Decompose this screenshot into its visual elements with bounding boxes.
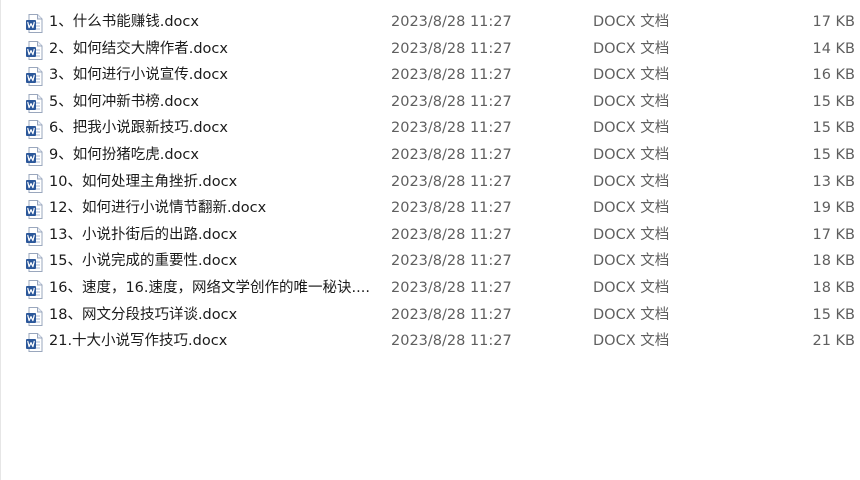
file-type: DOCX 文档 bbox=[593, 226, 670, 243]
file-name[interactable]: 18、网文分段技巧详谈.docx bbox=[49, 302, 379, 328]
file-row[interactable]: 6、把我小说跟新技巧.docx 2023/8/28 11:27 DOCX 文档 … bbox=[0, 115, 860, 142]
file-size: 19 KB bbox=[812, 200, 855, 217]
file-name[interactable]: 15、小说完成的重要性.docx bbox=[49, 248, 379, 274]
word-document-icon bbox=[26, 333, 43, 353]
word-document-icon bbox=[26, 93, 43, 113]
file-name[interactable]: 12、如何进行小说情节翻新.docx bbox=[49, 195, 379, 221]
file-modified-date: 2023/8/28 11:27 bbox=[391, 333, 512, 350]
word-document-icon bbox=[26, 226, 43, 246]
file-row[interactable]: 15、小说完成的重要性.docx 2023/8/28 11:27 DOCX 文档… bbox=[0, 248, 860, 275]
file-modified-date: 2023/8/28 11:27 bbox=[391, 200, 512, 217]
file-size: 15 KB bbox=[812, 93, 855, 110]
word-document-icon bbox=[26, 279, 43, 299]
file-row[interactable]: 18、网文分段技巧详谈.docx 2023/8/28 11:27 DOCX 文档… bbox=[0, 302, 860, 329]
file-modified-date: 2023/8/28 11:27 bbox=[391, 146, 512, 163]
file-type: DOCX 文档 bbox=[593, 146, 670, 163]
file-name[interactable]: 2、如何结交大牌作者.docx bbox=[49, 36, 379, 62]
file-type: DOCX 文档 bbox=[593, 333, 670, 350]
file-type: DOCX 文档 bbox=[593, 40, 670, 57]
file-type: DOCX 文档 bbox=[593, 306, 670, 323]
word-document-icon bbox=[26, 120, 43, 140]
file-row[interactable]: 13、小说扑街后的出路.docx 2023/8/28 11:27 DOCX 文档… bbox=[0, 222, 860, 249]
file-modified-date: 2023/8/28 11:27 bbox=[391, 173, 512, 190]
file-size: 21 KB bbox=[812, 333, 855, 350]
file-size: 18 KB bbox=[812, 253, 855, 270]
file-size: 14 KB bbox=[812, 40, 855, 57]
file-type: DOCX 文档 bbox=[593, 253, 670, 270]
file-modified-date: 2023/8/28 11:27 bbox=[391, 306, 512, 323]
file-size: 15 KB bbox=[812, 306, 855, 323]
file-size: 16 KB bbox=[812, 67, 855, 84]
file-row[interactable]: 3、如何进行小说宣传.docx 2023/8/28 11:27 DOCX 文档 … bbox=[0, 62, 860, 89]
file-size: 13 KB bbox=[812, 173, 855, 190]
file-type: DOCX 文档 bbox=[593, 279, 670, 296]
file-size: 15 KB bbox=[812, 120, 855, 137]
word-document-icon bbox=[26, 173, 43, 193]
file-row[interactable]: 5、如何冲新书榜.docx 2023/8/28 11:27 DOCX 文档 15… bbox=[0, 89, 860, 116]
file-name[interactable]: 3、如何进行小说宣传.docx bbox=[49, 62, 379, 88]
file-name[interactable]: 9、如何扮猪吃虎.docx bbox=[49, 142, 379, 168]
word-document-icon bbox=[26, 40, 43, 60]
word-document-icon bbox=[26, 253, 43, 273]
file-row[interactable]: 16、速度，16.速度，网络文学创作的唯一秘诀.... 2023/8/28 11… bbox=[0, 275, 860, 302]
word-document-icon bbox=[26, 14, 43, 33]
file-row[interactable]: 1、什么书能赚钱.docx 2023/8/28 11:27 DOCX 文档 17… bbox=[0, 9, 860, 36]
file-type: DOCX 文档 bbox=[593, 173, 670, 190]
file-size: 15 KB bbox=[812, 146, 855, 163]
file-name[interactable]: 1、什么书能赚钱.docx bbox=[49, 9, 379, 35]
file-name[interactable]: 10、如何处理主角挫折.docx bbox=[49, 169, 379, 195]
file-row[interactable]: 10、如何处理主角挫折.docx 2023/8/28 11:27 DOCX 文档… bbox=[0, 169, 860, 196]
file-type: DOCX 文档 bbox=[593, 14, 670, 30]
file-type: DOCX 文档 bbox=[593, 67, 670, 84]
word-document-icon bbox=[26, 146, 43, 166]
file-modified-date: 2023/8/28 11:27 bbox=[391, 120, 512, 137]
file-size: 17 KB bbox=[812, 14, 855, 30]
word-document-icon bbox=[26, 200, 43, 220]
word-document-icon bbox=[26, 306, 43, 326]
file-size: 18 KB bbox=[812, 279, 855, 296]
file-row[interactable]: 12、如何进行小说情节翻新.docx 2023/8/28 11:27 DOCX … bbox=[0, 195, 860, 222]
file-modified-date: 2023/8/28 11:27 bbox=[391, 14, 512, 30]
file-row[interactable]: 9、如何扮猪吃虎.docx 2023/8/28 11:27 DOCX 文档 15… bbox=[0, 142, 860, 169]
file-type: DOCX 文档 bbox=[593, 120, 670, 137]
file-row[interactable]: 2、如何结交大牌作者.docx 2023/8/28 11:27 DOCX 文档 … bbox=[0, 36, 860, 63]
file-modified-date: 2023/8/28 11:27 bbox=[391, 93, 512, 110]
word-document-icon bbox=[26, 67, 43, 87]
file-modified-date: 2023/8/28 11:27 bbox=[391, 40, 512, 57]
file-size: 17 KB bbox=[812, 226, 855, 243]
file-row[interactable]: 21.十大小说写作技巧.docx 2023/8/28 11:27 DOCX 文档… bbox=[0, 328, 860, 355]
file-type: DOCX 文档 bbox=[593, 200, 670, 217]
file-name[interactable]: 5、如何冲新书榜.docx bbox=[49, 89, 379, 115]
file-modified-date: 2023/8/28 11:27 bbox=[391, 67, 512, 84]
file-modified-date: 2023/8/28 11:27 bbox=[391, 253, 512, 270]
file-name[interactable]: 21.十大小说写作技巧.docx bbox=[49, 328, 379, 354]
file-name[interactable]: 6、把我小说跟新技巧.docx bbox=[49, 115, 379, 141]
file-name[interactable]: 16、速度，16.速度，网络文学创作的唯一秘诀.... bbox=[49, 275, 379, 301]
file-modified-date: 2023/8/28 11:27 bbox=[391, 279, 512, 296]
file-modified-date: 2023/8/28 11:27 bbox=[391, 226, 512, 243]
file-type: DOCX 文档 bbox=[593, 93, 670, 110]
file-list: 1、什么书能赚钱.docx 2023/8/28 11:27 DOCX 文档 17… bbox=[0, 9, 860, 355]
file-name[interactable]: 13、小说扑街后的出路.docx bbox=[49, 222, 379, 248]
